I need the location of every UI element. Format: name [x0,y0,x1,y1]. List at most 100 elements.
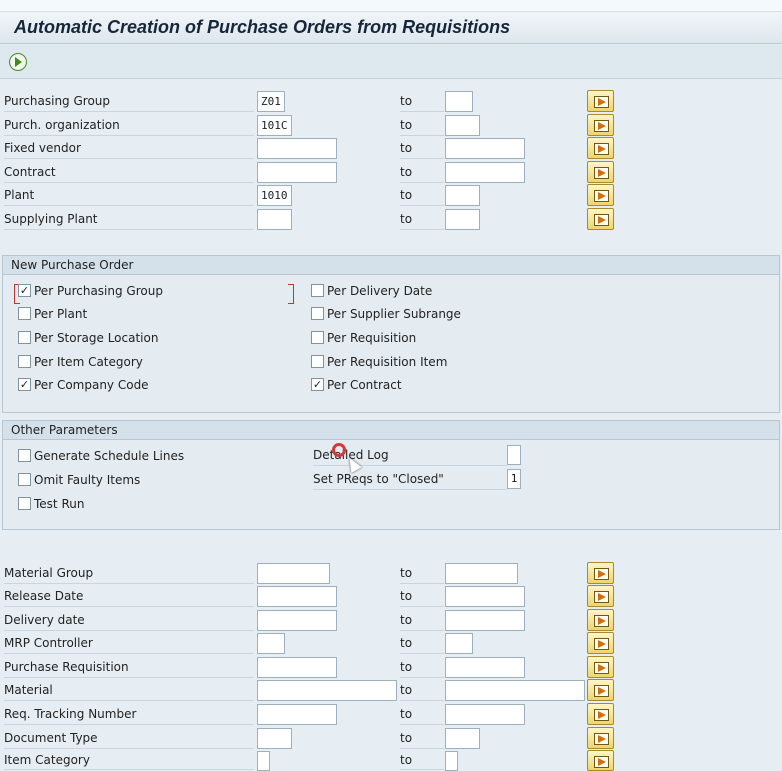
purchasing-group-to-input[interactable] [445,91,473,112]
purchasing-group-label: Purchasing Group [4,91,254,112]
new-purchase-order-group: New Purchase Order ✓ Per Purchasing Grou… [2,255,780,413]
title-bar: Automatic Creation of Purchase Orders fr… [0,12,782,44]
to-label: to [400,138,444,159]
plant-to-input[interactable] [445,185,480,206]
item-category-label: Item Category [4,750,254,770]
release-date-label: Release Date [4,586,254,607]
multiple-selection-icon[interactable] [587,703,614,725]
multiple-selection-icon[interactable] [587,656,614,678]
checkbox[interactable] [18,449,31,462]
application-toolbar [0,45,782,79]
req-tracking-number-to-input[interactable] [445,704,525,725]
checkbox[interactable] [18,307,31,320]
to-label: to [400,91,444,112]
multiple-selection-icon[interactable] [587,184,614,206]
multiple-selection-icon[interactable] [587,137,614,159]
to-label: to [400,704,444,725]
multiple-selection-icon[interactable] [587,609,614,631]
material-group-from-input[interactable] [257,563,330,584]
plant-from-input[interactable]: 1010 [257,185,292,206]
supplying-plant-to-input[interactable] [445,209,480,230]
delivery-date-to-input[interactable] [445,610,525,631]
purch-organization-to-input[interactable] [445,115,480,136]
to-label: to [400,586,444,607]
purch-organization-from-input[interactable]: 101C [257,115,292,136]
mrp-controller-label: MRP Controller [4,633,254,654]
multiple-selection-icon[interactable] [587,90,614,112]
multiple-selection-icon[interactable] [587,208,614,230]
to-label: to [400,185,444,206]
contract-from-input[interactable] [257,162,337,183]
checkbox[interactable]: ✓ [311,378,324,391]
release-date-to-input[interactable] [445,586,525,607]
item-category-to-input[interactable] [445,751,458,771]
material-to-input[interactable] [445,680,585,701]
execute-icon[interactable] [9,53,27,71]
to-label: to [400,162,444,183]
multiple-selection-icon[interactable] [587,750,614,771]
checkbox[interactable]: ✓ [18,284,31,297]
multiple-selection-icon[interactable] [587,585,614,607]
delivery-date-label: Delivery date [4,610,254,631]
fixed-vendor-to-input[interactable] [445,138,525,159]
multiple-selection-icon[interactable] [587,679,614,701]
checkbox[interactable] [311,331,324,344]
plant-label: Plant [4,185,254,206]
page-title: Automatic Creation of Purchase Orders fr… [14,17,511,37]
multiple-selection-icon[interactable] [587,632,614,654]
checkbox[interactable] [18,355,31,368]
release-date-from-input[interactable] [257,586,337,607]
to-label: to [400,209,444,230]
material-label: Material [4,680,254,701]
click-indicator-icon [332,443,346,457]
to-label: to [400,750,444,770]
multiple-selection-icon[interactable] [587,161,614,183]
focus-bracket-right [288,284,294,304]
document-type-to-input[interactable] [445,728,480,749]
item-category-from-input[interactable] [257,751,270,771]
checkbox[interactable] [18,331,31,344]
checkbox[interactable] [311,355,324,368]
checkbox[interactable] [18,497,31,510]
to-label: to [400,633,444,654]
multiple-selection-icon[interactable] [587,727,614,749]
to-label: to [400,680,444,701]
multiple-selection-icon[interactable] [587,114,614,136]
req-tracking-number-from-input[interactable] [257,704,337,725]
material-group-to-input[interactable] [445,563,518,584]
req-tracking-number-label: Req. Tracking Number [4,704,254,725]
to-label: to [400,610,444,631]
to-label: to [400,728,444,749]
mrp-controller-to-input[interactable] [445,633,473,654]
fixed-vendor-from-input[interactable] [257,138,337,159]
to-label: to [400,657,444,678]
material-from-input[interactable] [257,680,397,701]
set-preqs-closed-input[interactable]: 1 [507,469,521,489]
group-header: Other Parameters [3,421,779,440]
other-parameters-group: Other Parameters Generate Schedule Lines… [2,420,780,530]
checkbox[interactable] [311,307,324,320]
set-preqs-closed-label: Set PReqs to "Closed" [313,469,507,490]
mrp-controller-from-input[interactable] [257,633,285,654]
supplying-plant-from-input[interactable] [257,209,292,230]
checkbox[interactable] [18,473,31,486]
document-type-label: Document Type [4,728,254,749]
to-label: to [400,115,444,136]
fixed-vendor-label: Fixed vendor [4,138,254,159]
purch-organization-label: Purch. organization [4,115,254,136]
purchase-requisition-label: Purchase Requisition [4,657,254,678]
window-top-strip [0,0,782,12]
contract-to-input[interactable] [445,162,525,183]
to-label: to [400,563,444,584]
checkbox[interactable] [311,284,324,297]
purchasing-group-from-input[interactable]: Z01 [257,91,285,112]
detailed-log-input[interactable] [507,445,521,465]
multiple-selection-icon[interactable] [587,562,614,584]
group-header: New Purchase Order [3,256,779,275]
checkbox[interactable]: ✓ [18,378,31,391]
delivery-date-from-input[interactable] [257,610,337,631]
purchase-requisition-to-input[interactable] [445,657,525,678]
contract-label: Contract [4,162,254,183]
document-type-from-input[interactable] [257,728,292,749]
purchase-requisition-from-input[interactable] [257,657,337,678]
